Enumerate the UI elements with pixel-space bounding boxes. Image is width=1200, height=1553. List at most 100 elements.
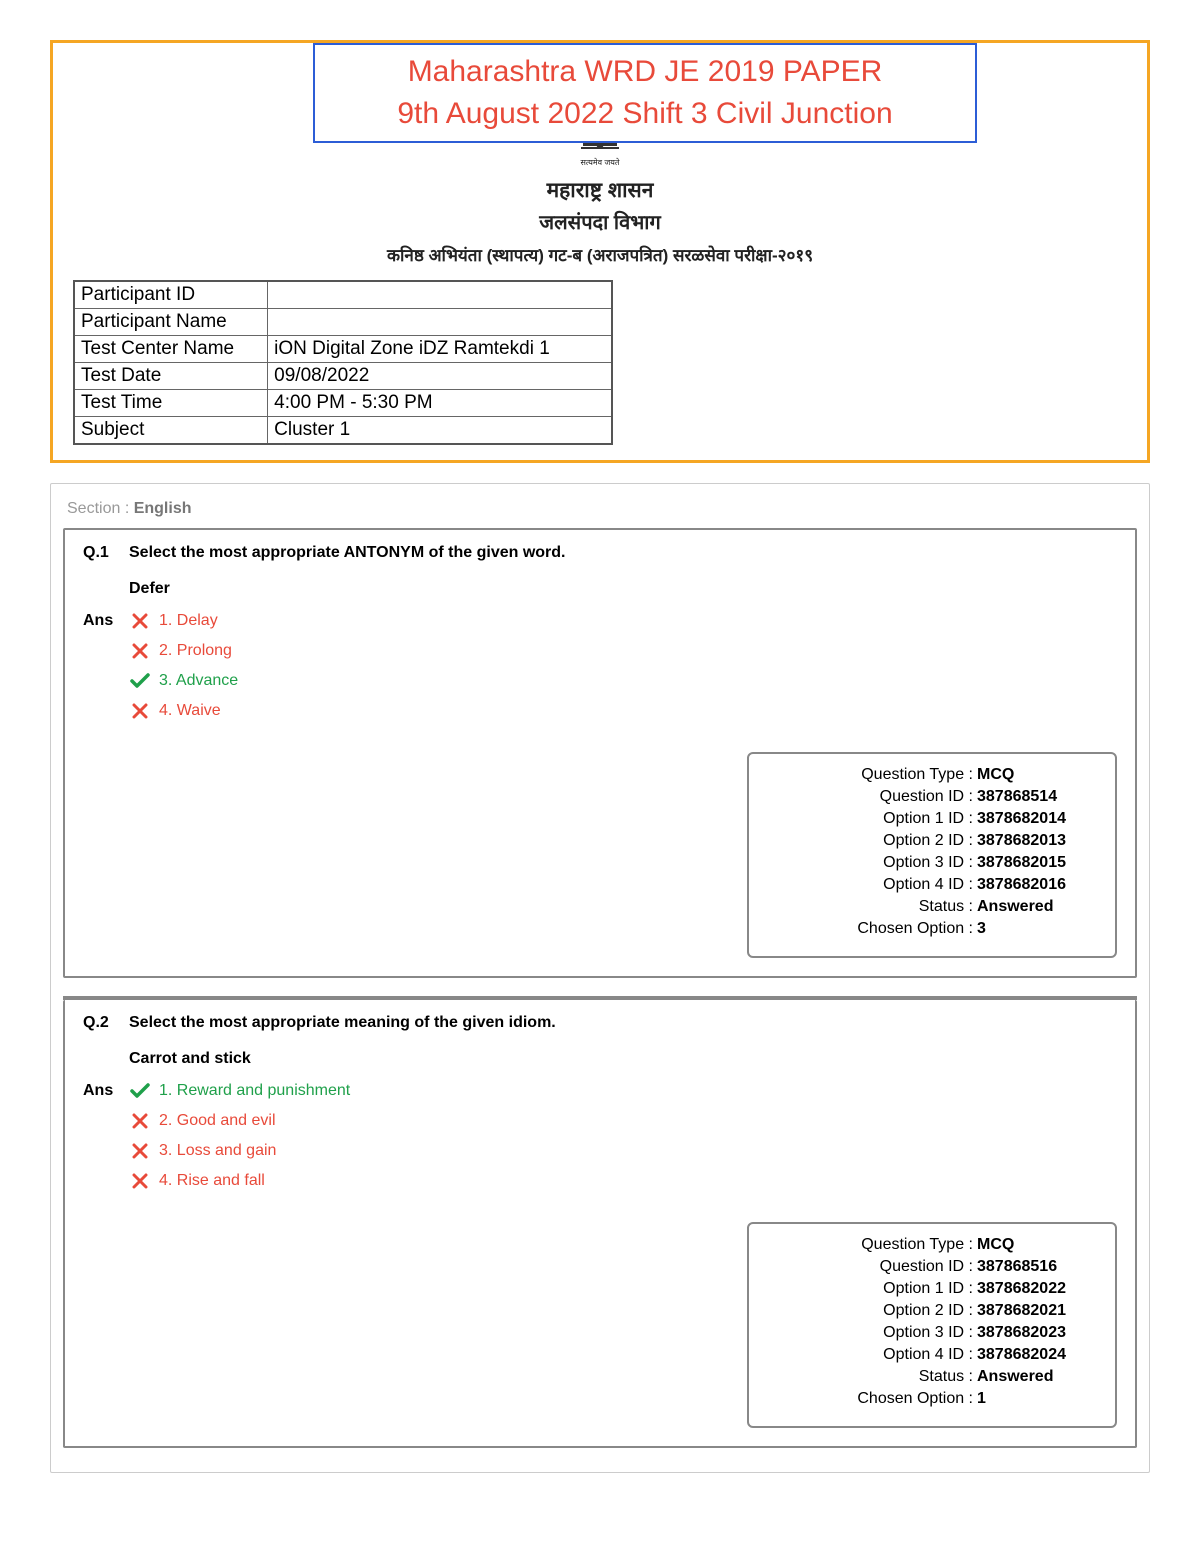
header-box-orange: Maharashtra WRD JE 2019 PAPER 9th August… bbox=[50, 40, 1150, 463]
header-box-blue: Maharashtra WRD JE 2019 PAPER 9th August… bbox=[313, 43, 977, 143]
info-label: Participant Name bbox=[74, 309, 268, 336]
gov-line2: जलसंपदा विभाग bbox=[73, 208, 1127, 235]
meta-value: 3878682024 bbox=[977, 1346, 1097, 1364]
question-text: Select the most appropriate meaning of t… bbox=[129, 1014, 1117, 1032]
cross-icon bbox=[129, 612, 151, 630]
meta-row: Option 3 ID :3878682023 bbox=[767, 1324, 1097, 1342]
answer-row: Ans1. Delay2. Prolong3. Advance4. Waive bbox=[83, 612, 1117, 732]
info-label: Subject bbox=[74, 417, 268, 445]
meta-key: Chosen Option : bbox=[767, 1390, 977, 1408]
meta-row: Option 2 ID :3878682013 bbox=[767, 832, 1097, 850]
option-text: 4. Rise and fall bbox=[159, 1172, 265, 1190]
question-line: Q.2Select the most appropriate meaning o… bbox=[83, 1014, 1117, 1032]
option-text: 1. Delay bbox=[159, 612, 218, 630]
meta-row: Chosen Option :1 bbox=[767, 1390, 1097, 1408]
section-container: Section : English Q.1Select the most app… bbox=[50, 483, 1150, 1473]
meta-key: Option 3 ID : bbox=[767, 854, 977, 872]
option: 4. Rise and fall bbox=[129, 1172, 1117, 1190]
meta-key: Question Type : bbox=[767, 766, 977, 784]
meta-value: 3878682022 bbox=[977, 1280, 1097, 1298]
participant-info-table: Participant IDParticipant NameTest Cente… bbox=[73, 280, 613, 445]
meta-key: Option 1 ID : bbox=[767, 1280, 977, 1298]
meta-value: 1 bbox=[977, 1390, 1097, 1408]
meta-row: Status :Answered bbox=[767, 898, 1097, 916]
question-box: Q.1Select the most appropriate ANTONYM o… bbox=[63, 528, 1137, 978]
emblem-base-text: सत्यमेव जयते bbox=[73, 157, 1127, 168]
meta-key: Status : bbox=[767, 898, 977, 916]
option-text: 4. Waive bbox=[159, 702, 221, 720]
info-row: Test Date09/08/2022 bbox=[74, 363, 612, 390]
meta-row: Question Type :MCQ bbox=[767, 766, 1097, 784]
option-text: 1. Reward and punishment bbox=[159, 1082, 350, 1100]
info-row: SubjectCluster 1 bbox=[74, 417, 612, 445]
cross-icon bbox=[129, 1172, 151, 1190]
question-text: Select the most appropriate ANTONYM of t… bbox=[129, 544, 1117, 562]
info-label: Test Date bbox=[74, 363, 268, 390]
hindi-headers: महाराष्ट्र शासन जलसंपदा विभाग कनिष्ठ अभि… bbox=[73, 176, 1127, 266]
answer-row: Ans 1. Reward and punishment 2. Good and e… bbox=[83, 1082, 1117, 1202]
meta-key: Question ID : bbox=[767, 1258, 977, 1276]
meta-row: Chosen Option :3 bbox=[767, 920, 1097, 938]
option-text: 3. Loss and gain bbox=[159, 1142, 276, 1160]
option-text: 2. Prolong bbox=[159, 642, 232, 660]
option: 4. Waive bbox=[129, 702, 1117, 720]
meta-key: Option 3 ID : bbox=[767, 1324, 977, 1342]
meta-value: 387868514 bbox=[977, 788, 1097, 806]
meta-key: Question ID : bbox=[767, 788, 977, 806]
paper-title-line2: 9th August 2022 Shift 3 Civil Junction bbox=[335, 93, 955, 135]
meta-key: Option 1 ID : bbox=[767, 810, 977, 828]
answer-label: Ans bbox=[83, 612, 129, 630]
meta-value: 3878682015 bbox=[977, 854, 1097, 872]
meta-value: MCQ bbox=[977, 766, 1097, 784]
meta-value: Answered bbox=[977, 1368, 1097, 1386]
cross-icon bbox=[129, 702, 151, 720]
info-label: Test Time bbox=[74, 390, 268, 417]
option: 2. Good and evil bbox=[129, 1112, 1117, 1130]
section-label: Section : English bbox=[59, 496, 1141, 528]
info-value: Cluster 1 bbox=[268, 417, 612, 445]
info-row: Test Center NameiON Digital Zone iDZ Ram… bbox=[74, 336, 612, 363]
meta-key: Status : bbox=[767, 1368, 977, 1386]
question-box: Q.2Select the most appropriate meaning o… bbox=[63, 1000, 1137, 1448]
info-row: Participant ID bbox=[74, 281, 612, 309]
option: 2. Prolong bbox=[129, 642, 1117, 660]
meta-key: Chosen Option : bbox=[767, 920, 977, 938]
meta-value: 3878682013 bbox=[977, 832, 1097, 850]
page: Maharashtra WRD JE 2019 PAPER 9th August… bbox=[0, 40, 1200, 1473]
meta-key: Option 2 ID : bbox=[767, 832, 977, 850]
info-tbody: Participant IDParticipant NameTest Cente… bbox=[74, 281, 612, 444]
meta-value: MCQ bbox=[977, 1236, 1097, 1254]
meta-value: 3878682014 bbox=[977, 810, 1097, 828]
cross-icon bbox=[129, 642, 151, 660]
info-label: Test Center Name bbox=[74, 336, 268, 363]
meta-row: Option 2 ID :3878682021 bbox=[767, 1302, 1097, 1320]
meta-value: 387868516 bbox=[977, 1258, 1097, 1276]
paper-title-line1: Maharashtra WRD JE 2019 PAPER bbox=[335, 51, 955, 93]
answer-label: Ans bbox=[83, 1082, 129, 1100]
meta-row: Question Type :MCQ bbox=[767, 1236, 1097, 1254]
meta-value: 3878682023 bbox=[977, 1324, 1097, 1342]
meta-key: Option 4 ID : bbox=[767, 1346, 977, 1364]
meta-value: Answered bbox=[977, 898, 1097, 916]
question-meta-box: Question Type :MCQQuestion ID :387868516… bbox=[747, 1222, 1117, 1428]
meta-row: Question ID :387868516 bbox=[767, 1258, 1097, 1276]
question-word: Carrot and stick bbox=[129, 1050, 1117, 1068]
meta-row: Option 3 ID :3878682015 bbox=[767, 854, 1097, 872]
tick-icon bbox=[129, 672, 151, 690]
meta-row: Option 1 ID :3878682014 bbox=[767, 810, 1097, 828]
section-prefix: Section : bbox=[67, 500, 134, 517]
options-list: 1. Delay2. Prolong3. Advance4. Waive bbox=[129, 612, 1117, 732]
meta-row: Option 4 ID :3878682024 bbox=[767, 1346, 1097, 1364]
question-number: Q.1 bbox=[83, 544, 129, 562]
gov-line1: महाराष्ट्र शासन bbox=[73, 176, 1127, 204]
meta-value: 3 bbox=[977, 920, 1097, 938]
meta-row: Status :Answered bbox=[767, 1368, 1097, 1386]
gov-line3: कनिष्ठ अभियंता (स्थापत्य) गट-ब (अराजपत्र… bbox=[73, 243, 1127, 266]
section-name: English bbox=[134, 500, 192, 517]
meta-row: Option 1 ID :3878682022 bbox=[767, 1280, 1097, 1298]
question-line: Q.1Select the most appropriate ANTONYM o… bbox=[83, 544, 1117, 562]
meta-key: Question Type : bbox=[767, 1236, 977, 1254]
question-meta-box: Question Type :MCQQuestion ID :387868514… bbox=[747, 752, 1117, 958]
meta-value: 3878682016 bbox=[977, 876, 1097, 894]
meta-row: Option 4 ID :3878682016 bbox=[767, 876, 1097, 894]
